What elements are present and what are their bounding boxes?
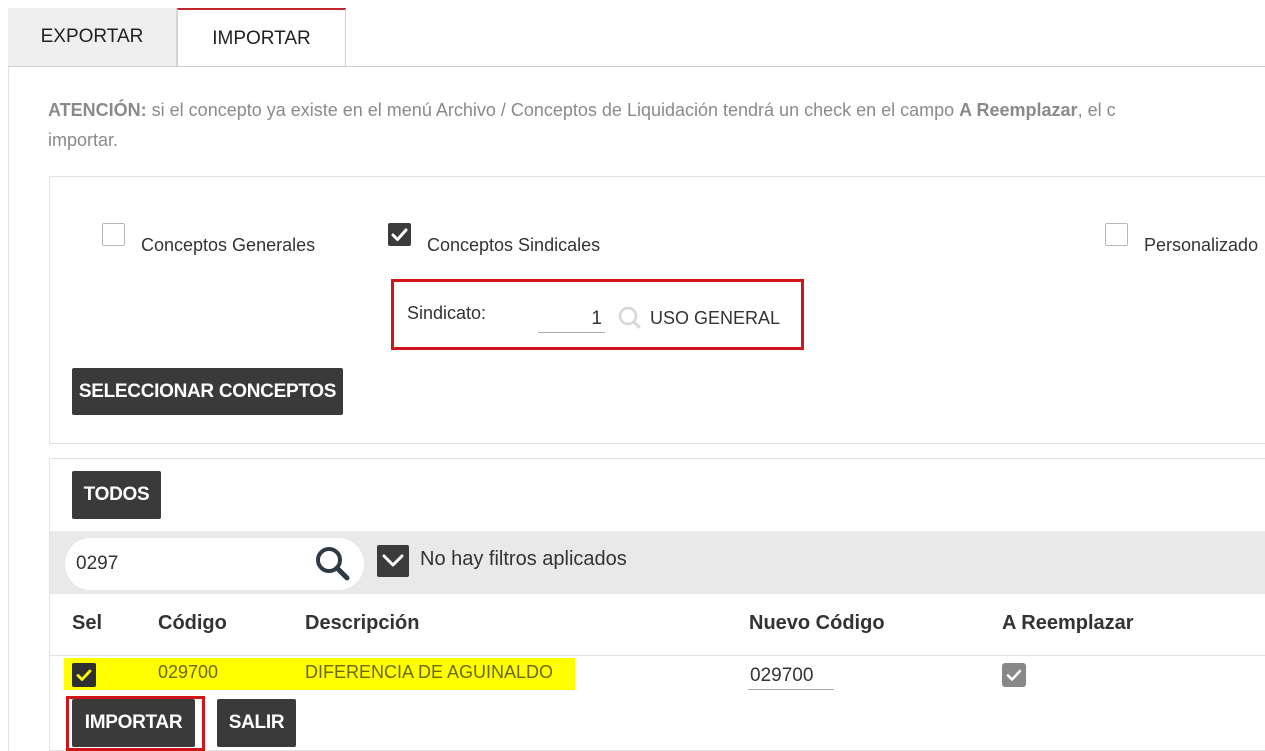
search-icon[interactable]	[617, 305, 643, 331]
checkbox-personalizados[interactable]	[1105, 223, 1128, 246]
sindicato-input[interactable]	[538, 305, 605, 333]
notice-line2: importar.	[48, 130, 119, 150]
col-header-sel: Sel	[72, 612, 103, 634]
a-reemplazar-checkbox	[1002, 663, 1026, 687]
notice-field: A Reemplazar	[959, 100, 1078, 120]
chevron-down-icon	[382, 554, 404, 567]
tab-exportar[interactable]: EXPORTAR	[8, 8, 177, 66]
sindicato-label: Sindicato:	[407, 303, 487, 323]
search-input[interactable]	[74, 550, 294, 578]
row-select-checkbox[interactable]	[72, 663, 96, 687]
notice-text-a: si el concepto ya existe en el menú Arch…	[146, 100, 960, 120]
salir-button[interactable]: SALIR	[217, 699, 296, 747]
check-icon	[1006, 669, 1022, 681]
col-header-a-reemplazar: A Reemplazar	[1002, 612, 1134, 634]
check-icon	[391, 228, 408, 241]
notice-text-b: , el c	[1077, 100, 1116, 120]
tab-importar[interactable]: IMPORTAR	[177, 8, 346, 67]
tab-divider	[8, 66, 1265, 67]
todos-button[interactable]: TODOS	[72, 471, 161, 519]
label-conceptos-sindicales: Conceptos Sindicales	[427, 235, 601, 255]
importar-button[interactable]: IMPORTAR	[72, 699, 195, 747]
col-header-descripcion: Descripción	[305, 612, 420, 634]
check-icon	[76, 669, 92, 681]
label-conceptos-generales: Conceptos Generales	[141, 235, 316, 255]
checkbox-conceptos-sindicales[interactable]	[388, 223, 411, 246]
attention-notice: ATENCIÓN: si el concepto ya existe en el…	[48, 95, 1265, 155]
left-border	[8, 8, 9, 751]
checkbox-conceptos-generales[interactable]	[102, 223, 125, 246]
sindicato-description: USO GENERAL	[650, 308, 781, 328]
seleccionar-conceptos-button[interactable]: SELECCIONAR CONCEPTOS	[72, 368, 343, 415]
label-personalizados: Personalizado	[1144, 235, 1259, 255]
notice-prefix: ATENCIÓN:	[48, 100, 147, 120]
filter-status: No hay filtros aplicados	[420, 548, 627, 570]
col-header-codigo: Código	[158, 612, 227, 634]
col-header-nuevo-codigo: Nuevo Código	[749, 612, 885, 634]
filter-dropdown-button[interactable]	[377, 545, 409, 577]
row-codigo: 029700	[158, 662, 219, 682]
search-icon[interactable]	[313, 544, 353, 584]
nuevo-codigo-input[interactable]	[748, 662, 834, 690]
row-descripcion: DIFERENCIA DE AGUINALDO	[305, 662, 554, 682]
header-divider	[50, 655, 1265, 656]
